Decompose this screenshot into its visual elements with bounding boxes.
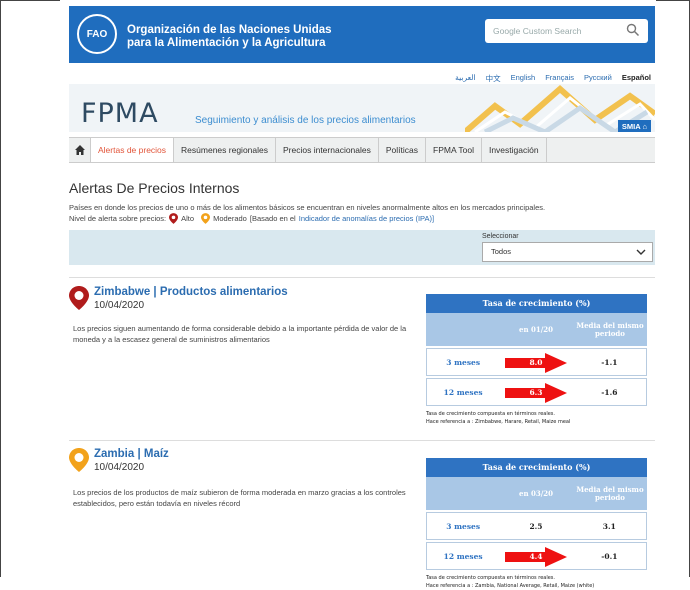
- growth-rate-subheader: en 03/20 Media del mismo periodo: [426, 477, 647, 510]
- page: FAO Organización de las Naciones Unidas …: [60, 0, 656, 589]
- value-text: 4.4: [529, 551, 543, 561]
- col-period: en 03/20: [518, 489, 554, 498]
- lang-arabic[interactable]: العربية: [455, 73, 476, 84]
- table-row: 3 meses 2.5 3.1: [426, 512, 647, 540]
- high-pin-icon: [69, 286, 89, 310]
- alert-title[interactable]: Zambia | Maíz: [94, 448, 169, 460]
- table-row: 3 meses 8.0 -1.1: [426, 348, 647, 376]
- home-icon: ⌂: [642, 122, 647, 131]
- page-title: Alertas De Precios Internos: [69, 180, 240, 196]
- row-average: -0.1: [601, 551, 618, 561]
- search-box: [485, 19, 648, 43]
- value-text: 6.3: [529, 387, 543, 397]
- alert-level-label: Nivel de alerta sobre precios:: [69, 214, 167, 223]
- lang-russian[interactable]: Русский: [584, 73, 612, 84]
- growth-rate-header: Tasa de crecimiento (%): [426, 294, 647, 313]
- language-switcher: العربية 中文 English Français Русский Espa…: [455, 73, 651, 84]
- alert-date: 10/04/2020: [94, 300, 145, 311]
- divider: [69, 277, 655, 278]
- growth-rate-subheader: en 01/20 Media del mismo periodo: [426, 313, 647, 346]
- filter-label: Seleccionar: [482, 233, 519, 240]
- empty-cell: [426, 313, 499, 346]
- row-average: -1.6: [601, 387, 618, 397]
- tab-alertas[interactable]: Alertas de precios: [91, 138, 175, 162]
- nav-home[interactable]: [69, 138, 91, 162]
- tab-precios-internacionales[interactable]: Precios internacionales: [276, 138, 379, 162]
- lang-chinese[interactable]: 中文: [486, 73, 501, 84]
- fao-logo[interactable]: FAO: [77, 14, 117, 54]
- table-note: Tasa de crecimiento compuesta en término…: [426, 574, 647, 590]
- home-icon: [74, 145, 85, 155]
- fpma-banner: FPMA Seguimiento y análisis de los preci…: [69, 84, 655, 132]
- fpma-subtitle: Seguimiento y análisis de los precios al…: [195, 115, 416, 126]
- note-line1: Tasa de crecimiento compuesta en término…: [426, 411, 555, 417]
- moderate-pin-icon: [69, 448, 89, 472]
- main-nav: Alertas de precios Resúmenes regionales …: [69, 137, 655, 163]
- level-moderate: Moderado: [213, 214, 247, 223]
- note-line1: Tasa de crecimiento compuesta en término…: [426, 575, 555, 581]
- col-average: Media del mismo periodo: [576, 484, 644, 502]
- lang-spanish[interactable]: Español: [622, 73, 651, 84]
- smia-button[interactable]: SMIA ⌂: [617, 120, 651, 132]
- row-label: 3 meses: [446, 357, 481, 367]
- growth-rate-table: Tasa de crecimiento (%) en 01/20 Media d…: [426, 294, 647, 426]
- growth-rate-table: Tasa de crecimiento (%) en 03/20 Media d…: [426, 458, 647, 590]
- value-text: 2.5: [529, 521, 543, 531]
- search-icon[interactable]: [626, 23, 640, 37]
- level-high: Alto: [181, 214, 195, 223]
- row-value: 4.4: [499, 543, 572, 569]
- empty-cell: [426, 477, 499, 510]
- org-name-line1: Organización de las Naciones Unidas: [127, 24, 332, 36]
- row-label: 3 meses: [446, 521, 481, 531]
- alert-text: Los precios siguen aumentando de forma c…: [73, 324, 407, 344]
- row-average: -1.1: [601, 357, 618, 367]
- growth-rate-header: Tasa de crecimiento (%): [426, 458, 647, 477]
- search-input[interactable]: [493, 22, 619, 40]
- row-value: 8.0: [499, 349, 572, 375]
- region-select[interactable]: Todos: [482, 242, 653, 262]
- region-select-value: Todos: [491, 247, 512, 256]
- lang-english[interactable]: English: [511, 73, 536, 84]
- row-label: 12 meses: [443, 551, 483, 561]
- moderate-pin-icon: [201, 213, 211, 224]
- filter-bar: Seleccionar Todos: [69, 230, 655, 265]
- lang-french[interactable]: Français: [545, 73, 574, 84]
- alert-item-zimbabwe: Zimbabwe | Productos alimentarios 10/04/…: [69, 286, 655, 426]
- tab-investigacion[interactable]: Investigación: [482, 138, 547, 162]
- high-pin-icon: [169, 213, 179, 224]
- alert-item-zambia: Zambia | Maíz 10/04/2020 Los precios de …: [69, 448, 655, 589]
- alert-date: 10/04/2020: [94, 462, 145, 473]
- site-header: FAO Organización de las Naciones Unidas …: [69, 6, 655, 63]
- table-note: Tasa de crecimiento compuesta en término…: [426, 410, 647, 426]
- chevron-down-icon: [636, 249, 646, 255]
- fpma-title[interactable]: FPMA: [81, 98, 159, 129]
- tab-politicas[interactable]: Políticas: [379, 138, 427, 162]
- page-description: Países en donde los precios de uno o más…: [69, 203, 546, 212]
- alert-level-legend: Nivel de alerta sobre precios: Alto Mode…: [69, 213, 434, 224]
- row-label: 12 meses: [443, 387, 483, 397]
- col-average: Media del mismo periodo: [576, 320, 644, 338]
- col-period: en 01/20: [518, 325, 554, 334]
- row-value: 2.5: [499, 513, 572, 539]
- note-line2: Hace referencia a : Zambia, National Ave…: [426, 583, 595, 589]
- tab-fpma-tool[interactable]: FPMA Tool: [426, 138, 482, 162]
- alert-text: Los precios de los productos de maíz sub…: [73, 488, 406, 508]
- row-average: 3.1: [602, 521, 616, 531]
- org-name-line2: para la Alimentación y la Agricultura: [127, 37, 326, 49]
- indicator-link[interactable]: Indicador de anomalías de precios (IPA)]: [299, 214, 434, 223]
- note-line2: Hace referencia a : Zimbabwe, Harare, Re…: [426, 419, 571, 425]
- org-name[interactable]: Organización de las Naciones Unidas para…: [127, 24, 332, 50]
- smia-label: SMIA: [621, 122, 641, 131]
- divider: [69, 440, 655, 441]
- table-row: 12 meses 6.3 -1.6: [426, 378, 647, 406]
- based-on: [Basado en el: [249, 214, 296, 223]
- table-row: 12 meses 4.4 -0.1: [426, 542, 647, 570]
- row-value: 6.3: [499, 379, 572, 405]
- alert-title[interactable]: Zimbabwe | Productos alimentarios: [94, 286, 288, 298]
- value-text: 8.0: [529, 357, 543, 367]
- tab-resumenes[interactable]: Resúmenes regionales: [174, 138, 276, 162]
